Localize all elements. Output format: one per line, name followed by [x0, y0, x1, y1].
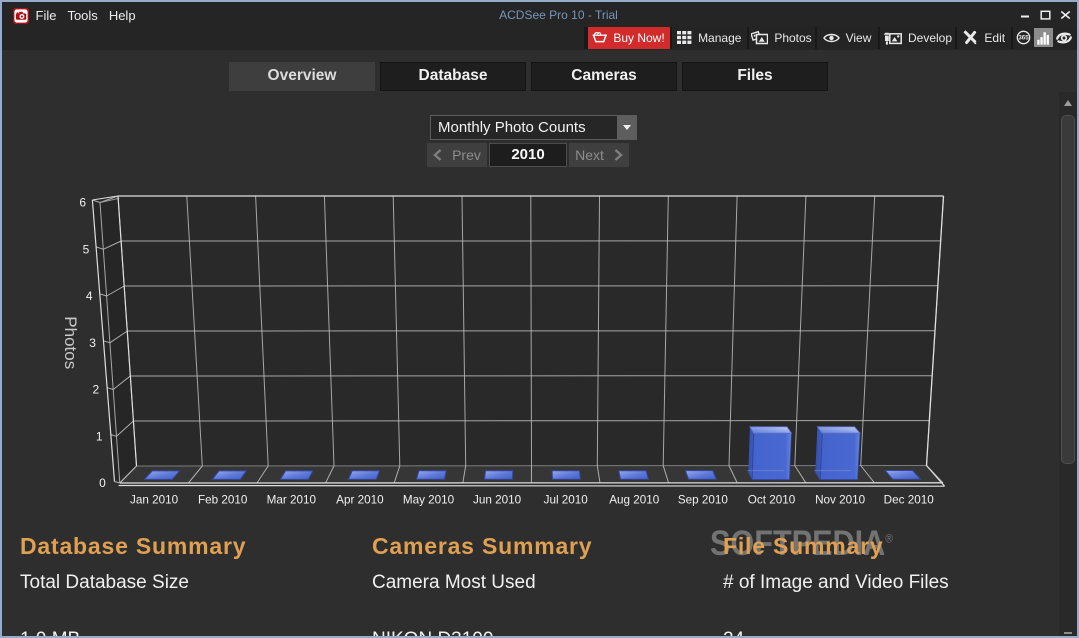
file-summary-value: 24	[723, 630, 744, 638]
file-summary-title: File Summary	[723, 533, 884, 559]
database-summary-title: Database Summary	[20, 533, 247, 559]
cameras-summary-title: Cameras Summary	[372, 533, 593, 559]
summary-section: Database Summary Total Database Size 1.9…	[0, 0, 1079, 638]
database-summary-value: 1.9 MB	[20, 630, 80, 638]
file-summary-label: # of Image and Video Files	[723, 572, 949, 593]
cameras-summary-value: NIKON D3100	[372, 630, 493, 638]
database-summary-label: Total Database Size	[20, 572, 189, 593]
cameras-summary-label: Camera Most Used	[372, 572, 536, 593]
